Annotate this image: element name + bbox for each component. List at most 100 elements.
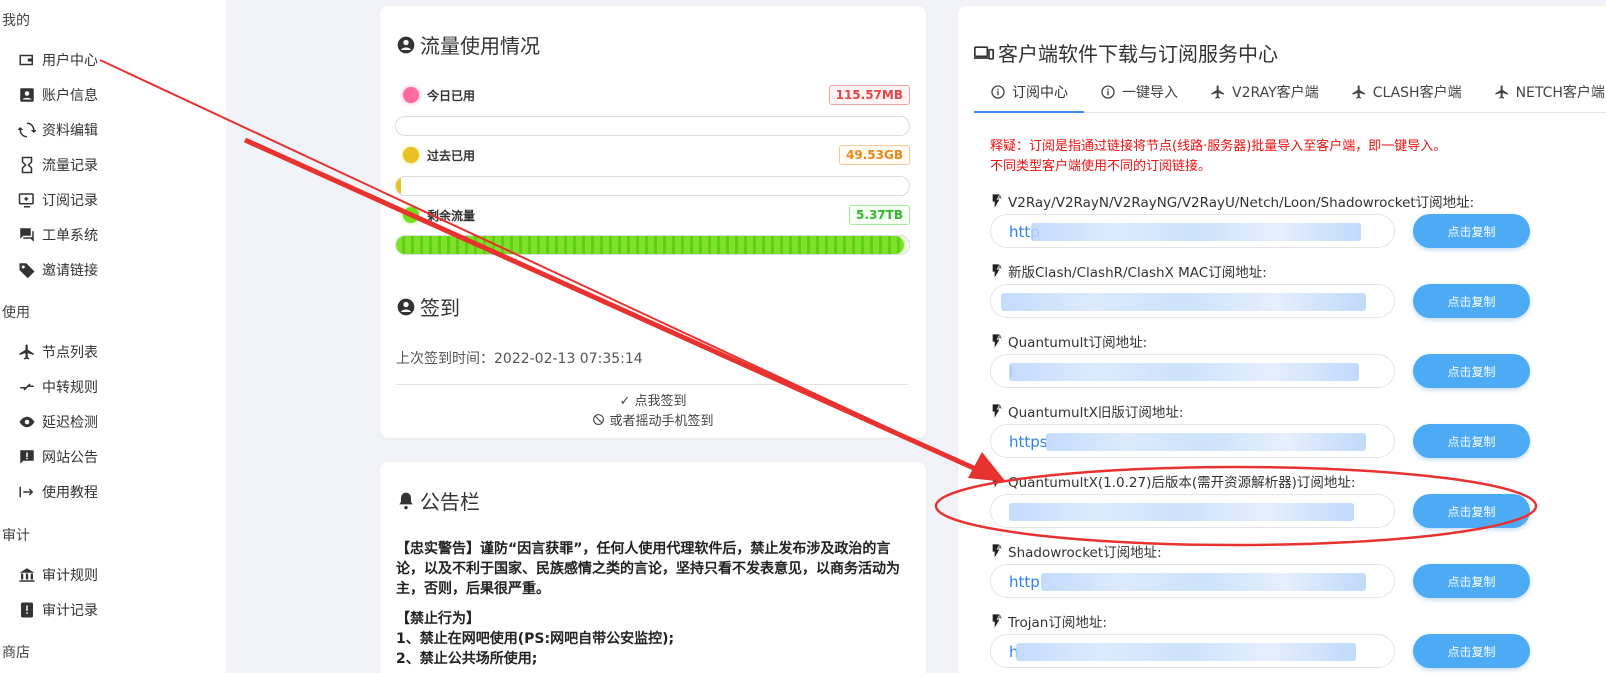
sidebar-item-label: 用户中心 xyxy=(42,53,98,69)
sidebar-item-audit-rules[interactable]: 审计规则 xyxy=(18,562,98,588)
today-value-badge: 115.57MB xyxy=(828,85,910,105)
block-icon xyxy=(593,414,605,425)
sidebar-section-shop: 商店 xyxy=(2,645,30,661)
flash-a-icon: A xyxy=(992,544,1002,558)
sidebar-item-subscribe-log[interactable]: 订阅记录 xyxy=(18,187,98,213)
subscription-label: A QuantumultX(1.0.27)后版本(需开资源解析器)订阅地址: xyxy=(988,471,1355,491)
sidebar-item-invite[interactable]: 邀请链接 xyxy=(18,257,98,283)
airplane-icon xyxy=(1211,85,1224,99)
today-label: 今日已用 xyxy=(427,88,476,103)
sidebar-item-label: 账户信息 xyxy=(42,88,98,104)
info-circle-icon xyxy=(1101,85,1115,99)
subscription-label: A V2Ray/V2RayN/V2RayNG/V2RayU/Netch/Loon/… xyxy=(988,191,1474,211)
subscription-label: A 新版Clash/ClashR/ClashX MAC订阅地址: xyxy=(988,261,1267,281)
tab-one-click-import[interactable]: 一键导入 xyxy=(1084,73,1194,111)
subscription-url-field[interactable] xyxy=(990,494,1395,528)
airplane-icon xyxy=(19,344,34,360)
devices-icon xyxy=(974,45,994,60)
copy-button[interactable]: 点击复制 xyxy=(1413,424,1530,458)
tab-v2ray-client[interactable]: V2RAY客户端 xyxy=(1194,73,1335,111)
sidebar-item-tutorial[interactable]: 使用教程 xyxy=(18,479,98,505)
subscription-url-field[interactable]: h xyxy=(990,634,1395,668)
remain-progress-bar xyxy=(395,235,910,255)
checkin-button[interactable]: ✓ 点我签到 xyxy=(380,390,926,409)
today-progress-bar xyxy=(395,116,910,136)
sidebar-item-label: 资料编辑 xyxy=(42,123,98,139)
sidebar-item-label: 延迟检测 xyxy=(42,415,98,431)
copy-button[interactable]: 点击复制 xyxy=(1413,214,1530,248)
sidebar: 我的 用户中心 账户信息 资料编辑 流量记录 订阅记录 工单系统 邀请链接 使用… xyxy=(0,0,226,673)
copy-button[interactable]: 点击复制 xyxy=(1413,634,1530,668)
past-dot-icon xyxy=(403,147,419,163)
sidebar-item-label: 审计规则 xyxy=(42,568,98,584)
remain-dot-icon xyxy=(403,207,419,223)
traffic-title: 流量使用情况 xyxy=(396,30,540,59)
tab-netch-client[interactable]: NETCH客户端 xyxy=(1478,73,1606,111)
monitor-plus-icon xyxy=(18,193,34,208)
sidebar-item-nodes[interactable]: 节点列表 xyxy=(18,339,98,365)
remain-value-badge: 5.37TB xyxy=(849,205,910,225)
sidebar-item-tickets[interactable]: 工单系统 xyxy=(18,222,98,248)
shake-checkin-hint: 或者摇动手机签到 xyxy=(380,410,926,429)
sidebar-item-announcements[interactable]: 网站公告 xyxy=(18,444,98,470)
svg-text:A: A xyxy=(998,335,1002,341)
copy-button[interactable]: 点击复制 xyxy=(1413,354,1530,388)
eye-icon xyxy=(19,416,35,428)
past-label: 过去已用 xyxy=(427,148,476,163)
svg-text:A: A xyxy=(998,265,1002,271)
subscription-url-field[interactable]: http xyxy=(990,564,1395,598)
redacted-url-blur xyxy=(1001,293,1366,311)
sidebar-section-mine: 我的 xyxy=(2,13,30,29)
copy-button[interactable]: 点击复制 xyxy=(1413,494,1530,528)
flash-a-icon: A xyxy=(992,404,1002,418)
svg-text:A: A xyxy=(998,405,1002,411)
sidebar-item-profile-edit[interactable]: 资料编辑 xyxy=(18,117,98,143)
subscription-url-field[interactable]: l xyxy=(990,354,1395,388)
svg-text:A: A xyxy=(998,475,1002,481)
copy-button[interactable]: 点击复制 xyxy=(1413,284,1530,318)
notice-card: 公告栏 【忠实警告】谨防“因言获罪”，任何人使用代理软件后，禁止发布涉及政治的言… xyxy=(380,462,926,673)
info-circle-icon xyxy=(991,85,1005,99)
remain-label: 剩余流量 xyxy=(427,208,476,223)
redacted-url-blur xyxy=(1009,503,1354,521)
today-dot-icon xyxy=(403,87,419,103)
sidebar-item-relay-rules[interactable]: 中转规则 xyxy=(18,374,98,400)
subscription-url-prefix: https xyxy=(1009,433,1048,451)
notice-title: 公告栏 xyxy=(396,486,480,515)
account-circle-icon xyxy=(397,36,415,53)
sidebar-item-account-info[interactable]: 账户信息 xyxy=(18,82,98,108)
hourglass-icon xyxy=(21,156,33,174)
subscription-url-field[interactable]: https xyxy=(990,424,1395,458)
svg-text:A: A xyxy=(998,615,1002,621)
sidebar-item-label: 流量记录 xyxy=(42,158,98,174)
traffic-card: 流量使用情况 今日已用 115.57MB 过去已用 49.53GB 剩余流量 5… xyxy=(380,6,926,438)
subscription-label: A Trojan订阅地址: xyxy=(988,611,1107,631)
sidebar-section-use: 使用 xyxy=(2,305,30,321)
sidebar-item-traffic-log[interactable]: 流量记录 xyxy=(18,152,98,178)
subscription-label: A Shadowrocket订阅地址: xyxy=(988,541,1162,561)
subscription-url-field[interactable] xyxy=(990,284,1395,318)
tab-subscribe-center[interactable]: 订阅中心 xyxy=(974,73,1084,113)
bell-icon xyxy=(399,492,413,509)
flash-a-icon: A xyxy=(992,264,1002,278)
subscribe-explain-line-2: 不同类型客户端使用不同的订阅链接。 xyxy=(990,159,1212,174)
account-circle-icon xyxy=(397,298,415,315)
sidebar-item-user-center[interactable]: 用户中心 xyxy=(18,47,98,73)
svg-text:A: A xyxy=(998,545,1002,551)
subscribe-explain-line-1: 释疑：订阅是指通过链接将节点(线路·服务器)批量导入至客户端，即一键导入。 xyxy=(990,139,1447,154)
traffic-remain-row: 剩余流量 5.37TB xyxy=(395,203,910,227)
past-value-badge: 49.53GB xyxy=(839,145,910,165)
redacted-url-blur xyxy=(1016,643,1356,661)
alert-message-icon xyxy=(20,450,34,464)
sidebar-item-label: 审计记录 xyxy=(42,603,98,619)
relay-arrows-icon xyxy=(20,383,34,391)
sidebar-item-latency[interactable]: 延迟检测 xyxy=(18,409,98,435)
notice-ban-title: 【禁止行为】 xyxy=(396,611,480,627)
wallet-icon xyxy=(19,54,33,66)
subscription-url-field[interactable]: http xyxy=(990,214,1395,248)
sidebar-item-audit-log[interactable]: 审计记录 xyxy=(18,597,98,623)
sidebar-item-label: 网站公告 xyxy=(42,450,98,466)
tab-clash-client[interactable]: CLASH客户端 xyxy=(1335,73,1478,111)
copy-button[interactable]: 点击复制 xyxy=(1413,564,1530,598)
notice-ban-1: 1、禁止在网吧使用(PS:网吧自带公安监控); xyxy=(396,631,675,647)
